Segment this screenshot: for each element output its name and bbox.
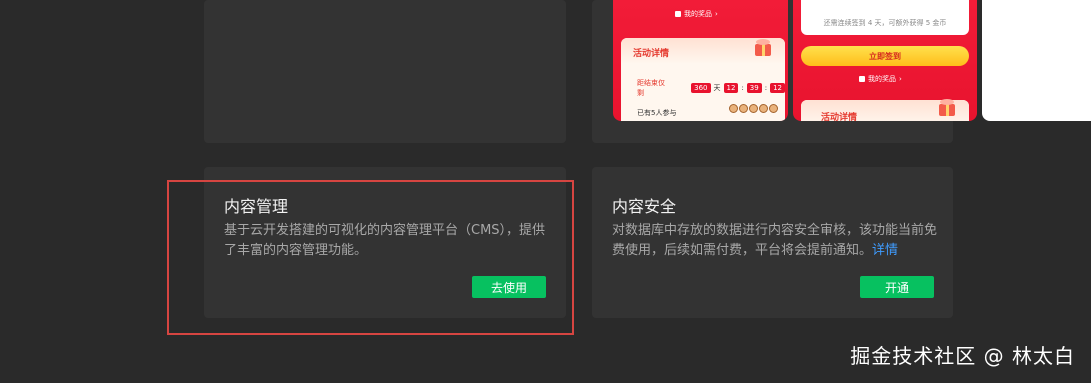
countdown-seconds: 12 bbox=[770, 83, 785, 93]
countdown-minutes: 39 bbox=[746, 83, 762, 93]
participant-avatars bbox=[729, 104, 778, 113]
countdown-label: 距结束仅剩 bbox=[637, 79, 665, 97]
countdown-separator: : bbox=[764, 84, 768, 92]
promo-preview-screen-1: 我的奖品 › 活动详情 距结束仅剩 360 天 12 : 39 : 12 已有5… bbox=[613, 0, 788, 121]
activity-detail-title: 活动详情 bbox=[821, 113, 858, 121]
cms-plugin-card: 内容管理 基于云开发搭建的可视化的内容管理平台（CMS），提供了丰富的内容管理功… bbox=[204, 167, 566, 318]
cms-title: 内容管理 bbox=[224, 197, 289, 216]
signin-hint: 还需连续签到 4 天，可额外获得 5 金币 bbox=[823, 19, 947, 27]
details-link[interactable]: 详情 bbox=[872, 243, 898, 258]
use-cms-button[interactable]: 去使用 bbox=[472, 276, 546, 298]
countdown-days-unit: 天 bbox=[713, 84, 721, 92]
avatar bbox=[729, 104, 738, 113]
avatar bbox=[749, 104, 758, 113]
avatar bbox=[769, 104, 778, 113]
countdown-separator: : bbox=[741, 84, 744, 92]
content-security-title: 内容安全 bbox=[612, 197, 677, 216]
content-security-plugin-card: 内容安全 对数据库中存放的数据进行内容安全审核，该功能当前免费使用，后续如需付费… bbox=[592, 167, 953, 318]
my-prize-label: 我的奖品 bbox=[684, 10, 712, 18]
avatar bbox=[759, 104, 768, 113]
gift-icon bbox=[675, 11, 681, 17]
promo-preview-screen-3 bbox=[982, 0, 1091, 121]
countdown-timer: 距结束仅剩 360 天 12 : 39 : 12 bbox=[637, 78, 785, 98]
signin-button: 立即签到 bbox=[801, 46, 969, 66]
activity-detail-panel: 活动详情 bbox=[801, 99, 969, 121]
promo-preview-screen-2: 还需连续签到 4 天，可额外获得 5 金币 立即签到 我的奖品 › 活动详情 bbox=[793, 0, 977, 121]
gift-box-icon bbox=[755, 39, 771, 56]
avatar bbox=[739, 104, 748, 113]
countdown-days: 360 bbox=[691, 83, 711, 93]
content-security-description: 对数据库中存放的数据进行内容安全审核，该功能当前免费使用，后续如需付费，平台将会… bbox=[612, 221, 937, 261]
joined-count: 已有5人参与 bbox=[637, 109, 677, 117]
countdown-hours: 12 bbox=[723, 83, 739, 93]
signin-card: 还需连续签到 4 天，可额外获得 5 金币 bbox=[801, 0, 969, 35]
gift-icon bbox=[859, 76, 865, 82]
my-prize-link: 我的奖品 › bbox=[859, 74, 902, 84]
my-prize-link: 我的奖品 › bbox=[675, 9, 718, 19]
gift-box-icon bbox=[939, 99, 955, 116]
activity-detail-title: 活动详情 bbox=[633, 49, 670, 59]
watermark: 掘金技术社区 @ 林太白 bbox=[850, 344, 1075, 368]
chevron-right-icon: › bbox=[899, 75, 902, 83]
activity-detail-panel: 活动详情 距结束仅剩 360 天 12 : 39 : 12 已有5人参与 bbox=[621, 38, 785, 121]
my-prize-label: 我的奖品 bbox=[868, 75, 896, 83]
enable-content-security-button[interactable]: 开通 bbox=[860, 276, 934, 298]
chevron-right-icon: › bbox=[715, 10, 718, 18]
plugin-card-top-left bbox=[204, 0, 566, 143]
cms-description: 基于云开发搭建的可视化的内容管理平台（CMS），提供了丰富的内容管理功能。 bbox=[224, 223, 546, 258]
